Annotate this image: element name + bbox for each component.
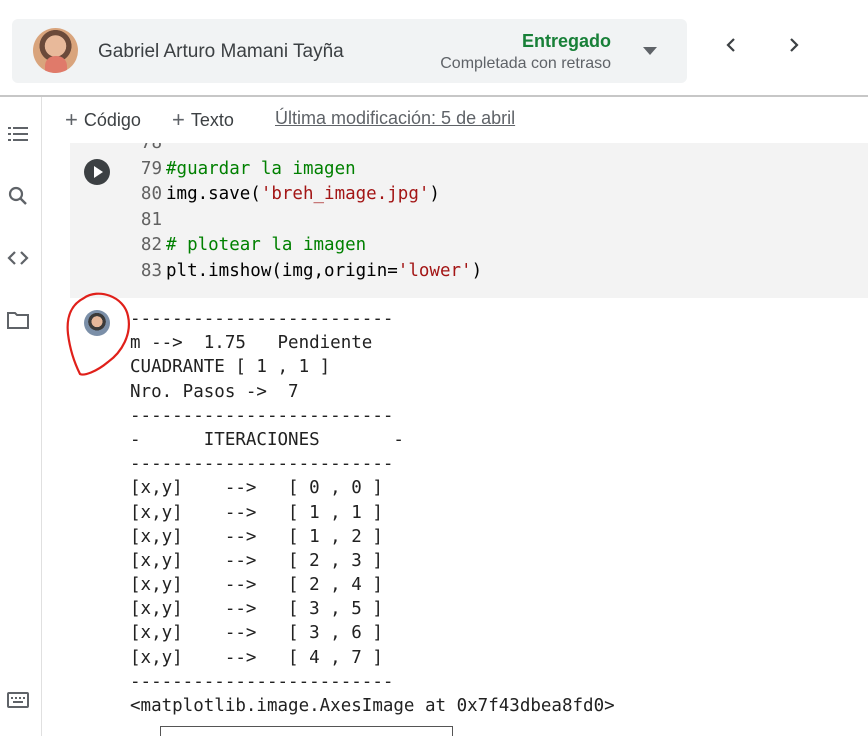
student-name: Gabriel Arturo Mamani Tayña (98, 41, 344, 62)
terminal-icon[interactable] (6, 688, 30, 712)
status-subtitle: Completada con retraso (440, 55, 611, 72)
plot-image-frame (160, 726, 453, 736)
output-line: [x,y] --> [ 4 , 7 ] (130, 647, 383, 668)
output-text: ------------------------- m --> 1.75 Pen… (130, 307, 868, 718)
left-sidebar (0, 97, 42, 736)
output-line: [x,y] --> [ 1 , 1 ] (130, 502, 383, 523)
code-string: 'breh_image.jpg' (260, 184, 430, 205)
code-text: img.save( (166, 184, 261, 205)
line-number: 80 (140, 184, 162, 205)
code-line: 82 # plotear la imagen (132, 233, 482, 259)
output-line: [x,y] --> [ 0 , 0 ] (130, 478, 383, 499)
add-text-label: Texto (190, 110, 234, 130)
folder-icon[interactable] (6, 308, 30, 332)
table-of-contents-icon[interactable] (6, 122, 30, 146)
code-cell[interactable]: 78 79 #guardar la imagen 80 img.save('breh… (70, 143, 868, 298)
code-string: 'lower' (397, 260, 472, 281)
output-line: Nro. Pasos -> 7 (130, 381, 299, 402)
output-line: ------------------------- (130, 671, 394, 692)
output-line: <matplotlib.image.AxesImage at 0x7f43dbe… (130, 696, 615, 716)
output-line: [x,y] --> [ 2 , 4 ] (130, 575, 383, 596)
dropdown-arrow-icon[interactable] (643, 47, 657, 55)
code-comment: #guardar la imagen (166, 158, 356, 179)
line-number: 83 (140, 260, 162, 281)
chevron-right-icon[interactable] (787, 38, 801, 52)
output-line: [x,y] --> [ 3 , 6 ] (130, 623, 383, 644)
red-circle-annotation (66, 292, 130, 376)
run-cell-icon[interactable] (84, 159, 110, 185)
code-line: 83 plt.imshow(img,origin='lower') (132, 259, 482, 285)
output-avatar (84, 310, 110, 336)
submission-status: Entregado Completada con retraso (440, 30, 611, 75)
line-number: 78 (140, 143, 162, 153)
line-number: 82 (140, 235, 162, 256)
code-comment: # plotear la imagen (166, 235, 367, 256)
code-text: ) (429, 184, 440, 205)
code-text: plt.imshow(img,origin= (166, 260, 398, 281)
code-line: 79 #guardar la imagen (132, 157, 482, 183)
avatar (33, 28, 78, 73)
add-code-label: Código (83, 110, 141, 130)
add-text-button[interactable]: + Texto (172, 107, 234, 133)
code-line: 80 img.save('breh_image.jpg') (132, 182, 482, 208)
output-line: ------------------------- (130, 309, 394, 329)
last-modified-link[interactable]: Última modificación: 5 de abril (275, 108, 515, 129)
add-code-button[interactable]: + Código (65, 107, 141, 133)
output-line: [x,y] --> [ 2 , 3 ] (130, 550, 383, 571)
output-line: ------------------------- (130, 405, 394, 426)
code-line: 81 (132, 208, 482, 234)
plus-icon: + (65, 107, 78, 132)
plus-icon: + (172, 107, 185, 132)
chevron-left-icon[interactable] (724, 38, 738, 52)
output-line: m --> 1.75 Pendiente (130, 333, 373, 354)
search-icon[interactable] (6, 184, 30, 208)
output-line: ------------------------- (130, 454, 394, 475)
code-icon[interactable] (6, 246, 30, 270)
output-line: [x,y] --> [ 1 , 2 ] (130, 526, 383, 547)
code-line: 78 (132, 143, 482, 157)
output-line: [x,y] --> [ 3 , 5 ] (130, 599, 383, 620)
line-number: 79 (140, 158, 162, 179)
student-card[interactable]: Gabriel Arturo Mamani Tayña Entregado Co… (12, 19, 687, 83)
line-number: 81 (140, 209, 162, 230)
cell-output: ------------------------- m --> 1.75 Pen… (130, 307, 868, 736)
output-line: - ITERACIONES - (130, 429, 404, 450)
submission-header: Gabriel Arturo Mamani Tayña Entregado Co… (0, 0, 868, 95)
code-text: ) (471, 260, 483, 281)
code-editor[interactable]: 78 79 #guardar la imagen 80 img.save('breh… (132, 143, 482, 285)
notebook-toolbar: + Código + Texto Última modificación: 5 de… (43, 97, 868, 143)
status-title: Entregado (521, 31, 611, 51)
output-line: CUADRANTE [ 1 , 1 ] (130, 357, 331, 378)
